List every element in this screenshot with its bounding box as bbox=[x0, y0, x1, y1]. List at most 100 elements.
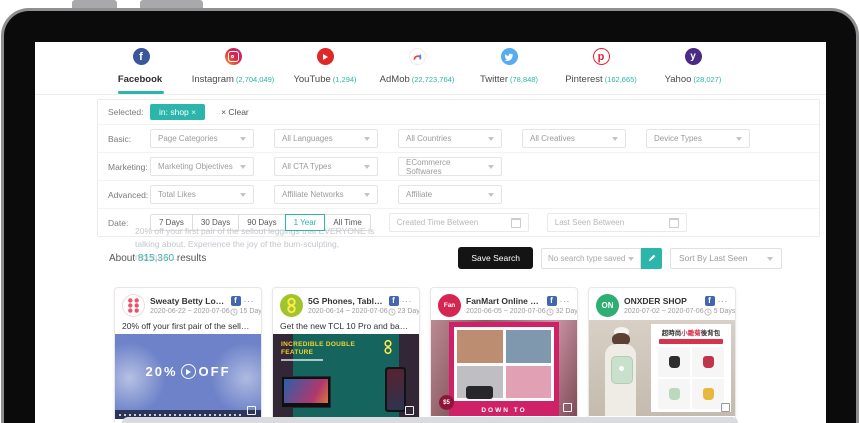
ad-card[interactable]: ON ONXDER SHOP 2020-07-02 ~ 2020-07-06 5… bbox=[588, 287, 736, 423]
pinterest-icon bbox=[593, 48, 610, 65]
date-range: 2020-06-05 ~ 2020-07-06 bbox=[466, 308, 546, 315]
tab-count: (1,294) bbox=[333, 75, 357, 84]
date-range: 2020-07-02 ~ 2020-07-06 bbox=[624, 308, 704, 315]
save-search-button[interactable]: Save Search bbox=[458, 247, 533, 269]
ad-creative[interactable]: DOWN TO $5 bbox=[431, 320, 577, 416]
chevron-down-icon bbox=[628, 257, 634, 264]
date-option-1year[interactable]: 1 Year bbox=[285, 214, 326, 231]
tab-twitter[interactable]: Twitter(78,848) bbox=[463, 48, 555, 94]
advertiser-avatar bbox=[122, 294, 145, 317]
expand-icon[interactable] bbox=[405, 406, 414, 415]
dropdown-marketing-objectives[interactable]: Marketing Objectives bbox=[150, 157, 254, 176]
dropdown-ecommerce-softwares[interactable]: ECommerce Softwares bbox=[398, 157, 502, 176]
ad-card[interactable]: 5G Phones, Tablets & SIMs | ... 2020-06-… bbox=[272, 287, 420, 423]
app-screen: Facebook Instagram(2,704,049) YouTube(1,… bbox=[35, 42, 826, 423]
chevron-down-icon bbox=[364, 165, 370, 172]
chevron-down-icon bbox=[240, 137, 246, 144]
banner-graphic bbox=[659, 339, 723, 344]
facebook-badge-icon bbox=[389, 296, 399, 306]
more-menu-icon[interactable] bbox=[718, 296, 729, 306]
dropdown-all-languages[interactable]: All Languages bbox=[274, 129, 378, 148]
filter-row-advanced: Advanced: Total Likes Affiliate Networks… bbox=[98, 181, 819, 209]
tab-pinterest[interactable]: Pinterest(162,665) bbox=[555, 48, 647, 94]
selected-chip[interactable]: in: shop bbox=[150, 104, 205, 120]
ad-creative[interactable]: 20% OFF bbox=[115, 334, 261, 419]
created-time-between-input[interactable]: Created Time Between bbox=[389, 213, 529, 232]
advertiser-avatar: Fan bbox=[438, 294, 461, 317]
filter-panel: Selected: in: shop × Clear Basic: Page C… bbox=[97, 99, 820, 237]
advertiser-name[interactable]: Sweaty Betty London | Wom... bbox=[150, 296, 228, 306]
tab-admob[interactable]: AdMob(22,723,764) bbox=[371, 48, 463, 94]
tab-label: Twitter bbox=[480, 74, 508, 85]
basic-label: Basic: bbox=[108, 134, 150, 144]
tab-count: (28,027) bbox=[693, 75, 721, 84]
days-active: 15 Days bbox=[230, 308, 262, 316]
tab-yahoo[interactable]: Yahoo(28,027) bbox=[647, 48, 739, 94]
ad-text-tooltip: 20% off your first pair of the sellout l… bbox=[135, 225, 375, 265]
expand-icon[interactable] bbox=[721, 403, 730, 412]
tab-label: YouTube bbox=[293, 74, 330, 85]
sort-dropdown[interactable]: Sort By Last Seen bbox=[670, 248, 782, 269]
tab-label: Facebook bbox=[118, 74, 162, 85]
facebook-icon bbox=[133, 48, 150, 65]
more-menu-icon[interactable] bbox=[244, 296, 255, 306]
expand-icon[interactable] bbox=[247, 406, 256, 415]
more-menu-icon[interactable] bbox=[560, 296, 571, 306]
ee-logo bbox=[383, 339, 393, 356]
creative-text: 超時尚小雛菊後背包 bbox=[653, 327, 729, 337]
dropdown-device-types[interactable]: Device Types bbox=[646, 129, 750, 148]
chevron-down-icon bbox=[767, 257, 773, 264]
clear-filters-button[interactable]: × Clear bbox=[221, 107, 249, 117]
ad-text: 20% off your first pair of the sellout l… bbox=[115, 320, 261, 334]
ad-card[interactable]: Sweaty Betty London | Wom... 2020-06-22 … bbox=[114, 287, 262, 423]
dropdown-cta-types[interactable]: All CTA Types bbox=[274, 157, 378, 176]
twitter-icon bbox=[501, 48, 518, 65]
facebook-badge-icon bbox=[705, 296, 715, 306]
ad-card[interactable]: Fan FanMart Online Shopping - F... 2020-… bbox=[430, 287, 578, 423]
dropdown-all-countries[interactable]: All Countries bbox=[398, 129, 502, 148]
saved-search-dropdown[interactable]: No search type saved bbox=[541, 248, 641, 269]
more-menu-icon[interactable] bbox=[402, 296, 413, 306]
filter-row-basic: Basic: Page Categories All Languages All… bbox=[98, 125, 819, 153]
dropdown-affiliate-networks[interactable]: Affiliate Networks bbox=[274, 185, 378, 204]
creative-text: INCREDIBLE DOUBLE bbox=[281, 341, 355, 348]
ad-creative[interactable]: 超時尚小雛菊後背包 bbox=[589, 320, 735, 416]
tab-label: Instagram bbox=[192, 74, 234, 85]
play-icon[interactable] bbox=[181, 364, 196, 379]
tab-label: Yahoo bbox=[665, 74, 692, 85]
advertiser-name[interactable]: 5G Phones, Tablets & SIMs | ... bbox=[308, 296, 386, 306]
chevron-down-icon bbox=[240, 165, 246, 172]
tab-youtube[interactable]: YouTube(1,294) bbox=[279, 48, 371, 94]
tab-label: AdMob bbox=[380, 74, 410, 85]
advanced-label: Advanced: bbox=[108, 190, 150, 200]
advertiser-name[interactable]: FanMart Online Shopping - F... bbox=[466, 296, 544, 306]
phone-graphic bbox=[385, 367, 406, 412]
backpack-grid bbox=[653, 346, 729, 410]
dropdown-total-likes[interactable]: Total Likes bbox=[150, 185, 254, 204]
device-hinge bbox=[122, 417, 738, 423]
advertiser-avatar: ON bbox=[596, 294, 619, 317]
date-range: 2020-06-22 ~ 2020-07-06 bbox=[150, 308, 230, 315]
tab-instagram[interactable]: Instagram(2,704,049) bbox=[187, 48, 279, 94]
selected-label: Selected: bbox=[108, 107, 150, 117]
advertiser-name[interactable]: ONXDER SHOP bbox=[624, 296, 702, 306]
edit-saved-search-button[interactable] bbox=[641, 248, 662, 269]
days-active: 23 Days bbox=[388, 308, 420, 316]
last-seen-between-input[interactable]: Last Seen Between bbox=[547, 213, 687, 232]
backpack-graphic bbox=[611, 356, 633, 384]
tab-count: (162,665) bbox=[605, 75, 637, 84]
product-panel: 超時尚小雛菊後背包 bbox=[651, 324, 731, 412]
tab-facebook[interactable]: Facebook bbox=[95, 48, 187, 94]
price-badge: $5 bbox=[439, 395, 454, 410]
dropdown-affiliate[interactable]: Affiliate bbox=[398, 185, 502, 204]
instagram-icon bbox=[225, 48, 242, 65]
tab-count: (78,848) bbox=[510, 75, 538, 84]
dropdown-all-creatives[interactable]: All Creatives bbox=[522, 129, 626, 148]
filter-row-selected: Selected: in: shop × Clear bbox=[98, 100, 819, 125]
chevron-down-icon bbox=[488, 193, 494, 200]
ad-text: Get the new TCL 10 Pro and bag a free TC… bbox=[273, 320, 419, 334]
dropdown-page-categories[interactable]: Page Categories bbox=[150, 129, 254, 148]
ad-creative[interactable]: INCREDIBLE DOUBLE FEATURE bbox=[273, 334, 419, 419]
expand-icon[interactable] bbox=[563, 403, 572, 412]
pencil-icon bbox=[647, 253, 657, 263]
